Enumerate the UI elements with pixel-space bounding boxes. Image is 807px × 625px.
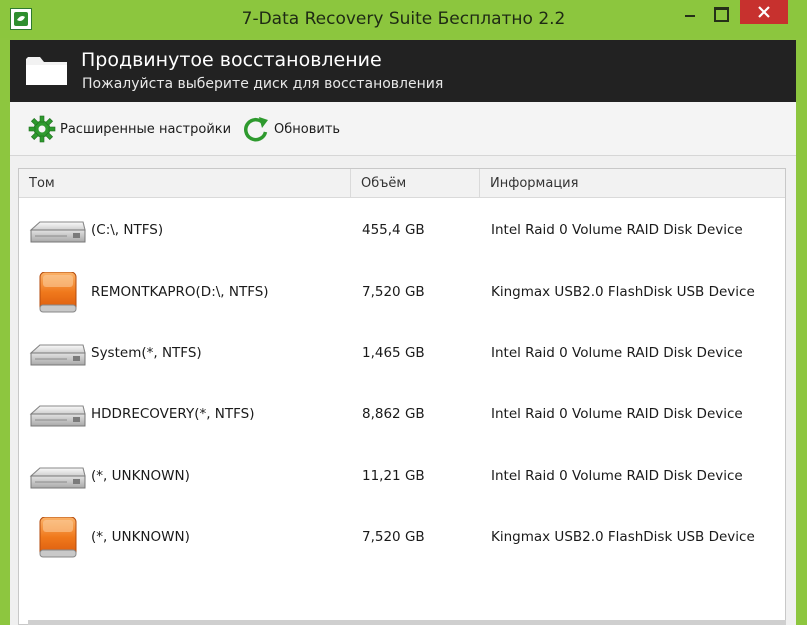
volume-info: Intel Raid 0 Volume RAID Disk Device bbox=[491, 468, 743, 484]
table-row[interactable]: REMONTKAPRO(D:\, NTFS) 7,520 GB Kingmax … bbox=[19, 261, 785, 322]
close-button[interactable] bbox=[740, 0, 788, 24]
volume-info: Intel Raid 0 Volume RAID Disk Device bbox=[491, 406, 743, 422]
volume-info: Intel Raid 0 Volume RAID Disk Device bbox=[491, 222, 743, 238]
refresh-button[interactable]: Обновить bbox=[242, 115, 340, 143]
list-header: Том Объём Информация bbox=[19, 169, 785, 198]
column-header-volume[interactable]: Том bbox=[19, 169, 350, 198]
column-header-info[interactable]: Информация bbox=[479, 169, 785, 198]
page-title: Продвинутое восстановление bbox=[81, 49, 382, 71]
table-row[interactable]: (*, UNKNOWN) 11,21 GB Intel Raid 0 Volum… bbox=[19, 445, 785, 506]
volume-name: REMONTKAPRO(D:\, NTFS) bbox=[91, 284, 269, 300]
advanced-settings-button[interactable]: Расширенные настройки bbox=[28, 115, 231, 143]
folder-icon bbox=[26, 57, 67, 85]
table-row[interactable]: (C:\, NTFS) 455,4 GB Intel Raid 0 Volume… bbox=[19, 199, 785, 260]
page-header: Продвинутое восстановление Пожалуйста вы… bbox=[10, 40, 796, 102]
refresh-label: Обновить bbox=[274, 121, 341, 137]
hdd-icon bbox=[27, 456, 87, 498]
usb-drive-icon bbox=[27, 272, 87, 314]
page-subtitle: Пожалуйста выберите диск для восстановле… bbox=[82, 76, 444, 92]
volume-size: 7,520 GB bbox=[362, 529, 425, 545]
volume-list[interactable]: Том Объём Информация (C:\, NTFS) 455,4 G… bbox=[18, 168, 786, 625]
hdd-icon bbox=[27, 210, 87, 252]
volume-info: Kingmax USB2.0 FlashDisk USB Device bbox=[491, 529, 755, 545]
table-row[interactable]: HDDRECOVERY(*, NTFS) 8,862 GB Intel Raid… bbox=[19, 383, 785, 444]
hdd-icon bbox=[27, 394, 87, 436]
close-icon bbox=[758, 6, 770, 18]
volume-info: Kingmax USB2.0 FlashDisk USB Device bbox=[491, 284, 755, 300]
title-bar: 7-Data Recovery Suite Бесплатно 2.2 bbox=[0, 0, 807, 38]
refresh-icon bbox=[244, 117, 268, 142]
column-header-size[interactable]: Объём bbox=[350, 169, 479, 198]
volume-info: Intel Raid 0 Volume RAID Disk Device bbox=[491, 345, 743, 361]
table-row[interactable]: System(*, NTFS) 1,465 GB Intel Raid 0 Vo… bbox=[19, 322, 785, 383]
volume-size: 7,520 GB bbox=[362, 284, 425, 300]
volume-size: 1,465 GB bbox=[362, 345, 425, 361]
minimize-button[interactable] bbox=[676, 0, 704, 24]
volume-name: (*, UNKNOWN) bbox=[91, 529, 190, 545]
volume-size: 455,4 GB bbox=[362, 222, 425, 238]
table-row[interactable]: (*, UNKNOWN) 7,520 GB Kingmax USB2.0 Fla… bbox=[19, 506, 785, 567]
volume-name: (*, UNKNOWN) bbox=[91, 468, 190, 484]
horizontal-scrollbar[interactable] bbox=[28, 620, 786, 625]
volume-name: (C:\, NTFS) bbox=[91, 222, 164, 238]
hdd-icon bbox=[27, 333, 87, 375]
gear-icon bbox=[28, 115, 56, 143]
volume-name: HDDRECOVERY(*, NTFS) bbox=[91, 406, 255, 422]
content-area: Том Объём Информация (C:\, NTFS) 455,4 G… bbox=[10, 156, 796, 625]
maximize-button[interactable] bbox=[706, 0, 734, 24]
advanced-settings-label: Расширенные настройки bbox=[60, 121, 232, 137]
volume-size: 8,862 GB bbox=[362, 406, 425, 422]
volume-size: 11,21 GB bbox=[362, 468, 425, 484]
volume-name: System(*, NTFS) bbox=[91, 345, 202, 361]
usb-drive-icon bbox=[27, 517, 87, 559]
toolbar: Расширенные настройки Обновить bbox=[10, 102, 796, 156]
